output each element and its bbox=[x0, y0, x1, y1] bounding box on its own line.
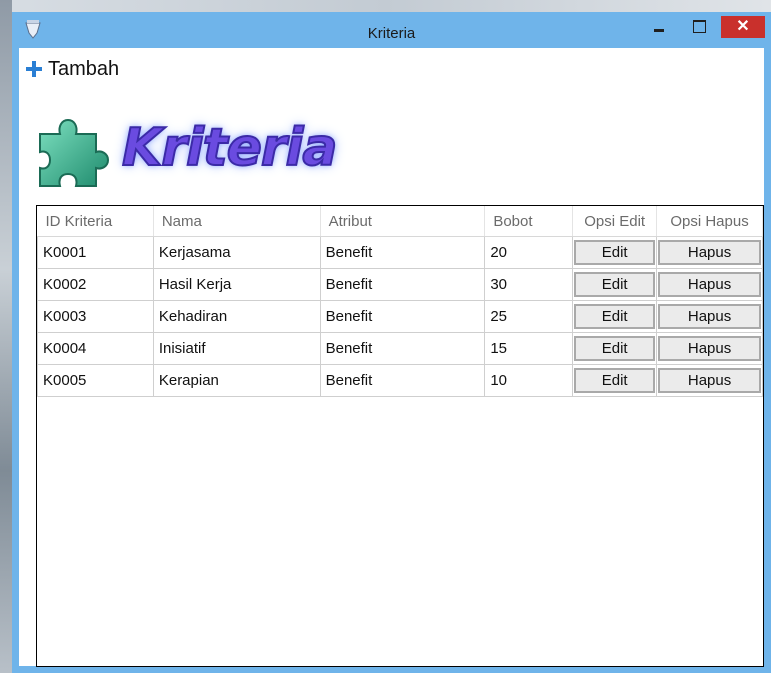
column-header[interactable]: Opsi Hapus bbox=[656, 206, 763, 237]
cell-edit: Edit bbox=[572, 364, 658, 397]
delete-button[interactable]: Hapus bbox=[658, 304, 761, 329]
cell-bobot[interactable]: 10 bbox=[484, 364, 574, 397]
cell-id[interactable]: K0004 bbox=[37, 332, 154, 365]
maximize-button[interactable] bbox=[684, 16, 714, 38]
add-button-label: Tambah bbox=[48, 57, 120, 80]
cell-hapus: Hapus bbox=[656, 268, 763, 301]
delete-button[interactable]: Hapus bbox=[658, 368, 761, 393]
cell-id[interactable]: K0002 bbox=[37, 268, 154, 301]
delete-button[interactable]: Hapus bbox=[658, 240, 761, 265]
table-row[interactable]: K0001 Kerjasama Benefit 20 Edit Hapus bbox=[37, 236, 763, 269]
edit-button[interactable]: Edit bbox=[574, 304, 656, 329]
cell-nama[interactable]: Inisiatif bbox=[152, 332, 321, 365]
app-window: Kriteria ✕ Tambah Kriteria ID Kriteria N… bbox=[12, 12, 771, 673]
banner-title: Kriteria bbox=[121, 117, 338, 179]
cell-id[interactable]: K0003 bbox=[37, 300, 154, 333]
cell-atribut[interactable]: Benefit bbox=[319, 364, 486, 397]
cell-edit: Edit bbox=[572, 236, 658, 269]
cell-atribut[interactable]: Benefit bbox=[319, 300, 486, 333]
delete-button[interactable]: Hapus bbox=[658, 272, 761, 297]
table-header: ID Kriteria Nama Atribut Bobot Opsi Edit… bbox=[37, 206, 763, 237]
close-icon: ✕ bbox=[736, 18, 750, 35]
desktop-background-top bbox=[0, 0, 771, 12]
column-header[interactable]: ID Kriteria bbox=[37, 206, 154, 237]
table-row[interactable]: K0003 Kehadiran Benefit 25 Edit Hapus bbox=[37, 300, 763, 333]
cell-atribut[interactable]: Benefit bbox=[319, 268, 486, 301]
edit-button[interactable]: Edit bbox=[574, 336, 656, 361]
desktop-background-left bbox=[0, 0, 12, 673]
cell-edit: Edit bbox=[572, 268, 658, 301]
table-row[interactable]: K0004 Inisiatif Benefit 15 Edit Hapus bbox=[37, 332, 763, 365]
cell-hapus: Hapus bbox=[656, 364, 763, 397]
cell-bobot[interactable]: 25 bbox=[484, 300, 574, 333]
column-header[interactable]: Nama bbox=[153, 206, 321, 237]
puzzle-piece-icon bbox=[39, 118, 110, 187]
client-area: Tambah Kriteria ID Kriteria Nama Atribut… bbox=[19, 48, 764, 667]
table-row[interactable]: K0002 Hasil Kerja Benefit 30 Edit Hapus bbox=[37, 268, 763, 301]
edit-button[interactable]: Edit bbox=[574, 368, 656, 393]
cell-id[interactable]: K0005 bbox=[37, 364, 154, 397]
edit-button[interactable]: Edit bbox=[574, 240, 656, 265]
column-header[interactable]: Bobot bbox=[484, 206, 574, 237]
cell-id[interactable]: K0001 bbox=[37, 236, 154, 269]
cell-nama[interactable]: Kerapian bbox=[152, 364, 321, 397]
cell-nama[interactable]: Kerjasama bbox=[152, 236, 321, 269]
cell-bobot[interactable]: 15 bbox=[484, 332, 574, 365]
cell-bobot[interactable]: 20 bbox=[484, 236, 574, 269]
minimize-button[interactable] bbox=[644, 16, 674, 38]
plus-icon bbox=[26, 61, 42, 77]
header-banner: Kriteria bbox=[32, 108, 338, 188]
close-button[interactable]: ✕ bbox=[721, 16, 765, 38]
cell-nama[interactable]: Kehadiran bbox=[152, 300, 321, 333]
delete-button[interactable]: Hapus bbox=[658, 336, 761, 361]
cell-hapus: Hapus bbox=[656, 236, 763, 269]
cell-hapus: Hapus bbox=[656, 332, 763, 365]
criteria-table[interactable]: ID Kriteria Nama Atribut Bobot Opsi Edit… bbox=[36, 205, 764, 667]
column-header[interactable]: Atribut bbox=[320, 206, 486, 237]
cell-edit: Edit bbox=[572, 332, 658, 365]
cell-bobot[interactable]: 30 bbox=[484, 268, 574, 301]
column-header[interactable]: Opsi Edit bbox=[572, 206, 658, 237]
cell-atribut[interactable]: Benefit bbox=[319, 236, 486, 269]
table-row[interactable]: K0005 Kerapian Benefit 10 Edit Hapus bbox=[37, 364, 763, 397]
cell-atribut[interactable]: Benefit bbox=[319, 332, 486, 365]
cell-edit: Edit bbox=[572, 300, 658, 333]
cell-hapus: Hapus bbox=[656, 300, 763, 333]
title-bar[interactable]: Kriteria ✕ bbox=[12, 12, 771, 48]
cell-nama[interactable]: Hasil Kerja bbox=[152, 268, 321, 301]
add-button[interactable]: Tambah bbox=[26, 56, 119, 82]
edit-button[interactable]: Edit bbox=[574, 272, 656, 297]
